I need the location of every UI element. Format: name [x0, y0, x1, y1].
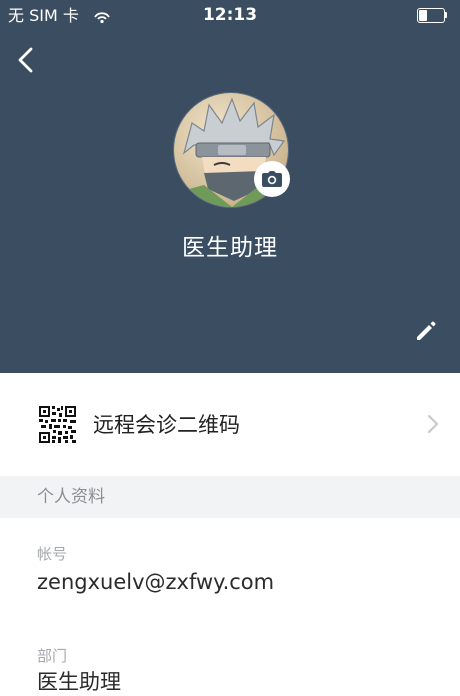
status-bar: 无 SIM 卡 12:13	[0, 0, 460, 32]
chevron-right-icon	[428, 415, 438, 433]
department-label: 部门	[37, 647, 68, 665]
qr-code-icon	[39, 406, 76, 443]
qr-code-row[interactable]: 远程会诊二维码	[0, 373, 460, 476]
profile-name: 医生助理	[182, 235, 278, 261]
change-avatar-button[interactable]	[254, 161, 290, 197]
account-label: 帐号	[37, 545, 68, 563]
edit-profile-button[interactable]	[413, 318, 439, 344]
battery-icon	[417, 8, 447, 23]
section-header-personal-info: 个人资料	[0, 476, 460, 518]
chevron-left-icon	[18, 47, 33, 73]
section-title: 个人资料	[37, 487, 105, 507]
qr-code-label: 远程会诊二维码	[93, 413, 240, 437]
account-value: zengxuelv@zxfwy.com	[37, 570, 275, 594]
camera-icon	[262, 171, 282, 187]
department-value: 医生助理	[37, 670, 121, 694]
pencil-icon	[417, 321, 436, 340]
profile-header: 无 SIM 卡 12:13 医生助理	[0, 0, 460, 373]
avatar-container[interactable]	[173, 92, 290, 208]
status-time: 12:13	[202, 5, 258, 25]
back-button[interactable]	[12, 44, 40, 76]
